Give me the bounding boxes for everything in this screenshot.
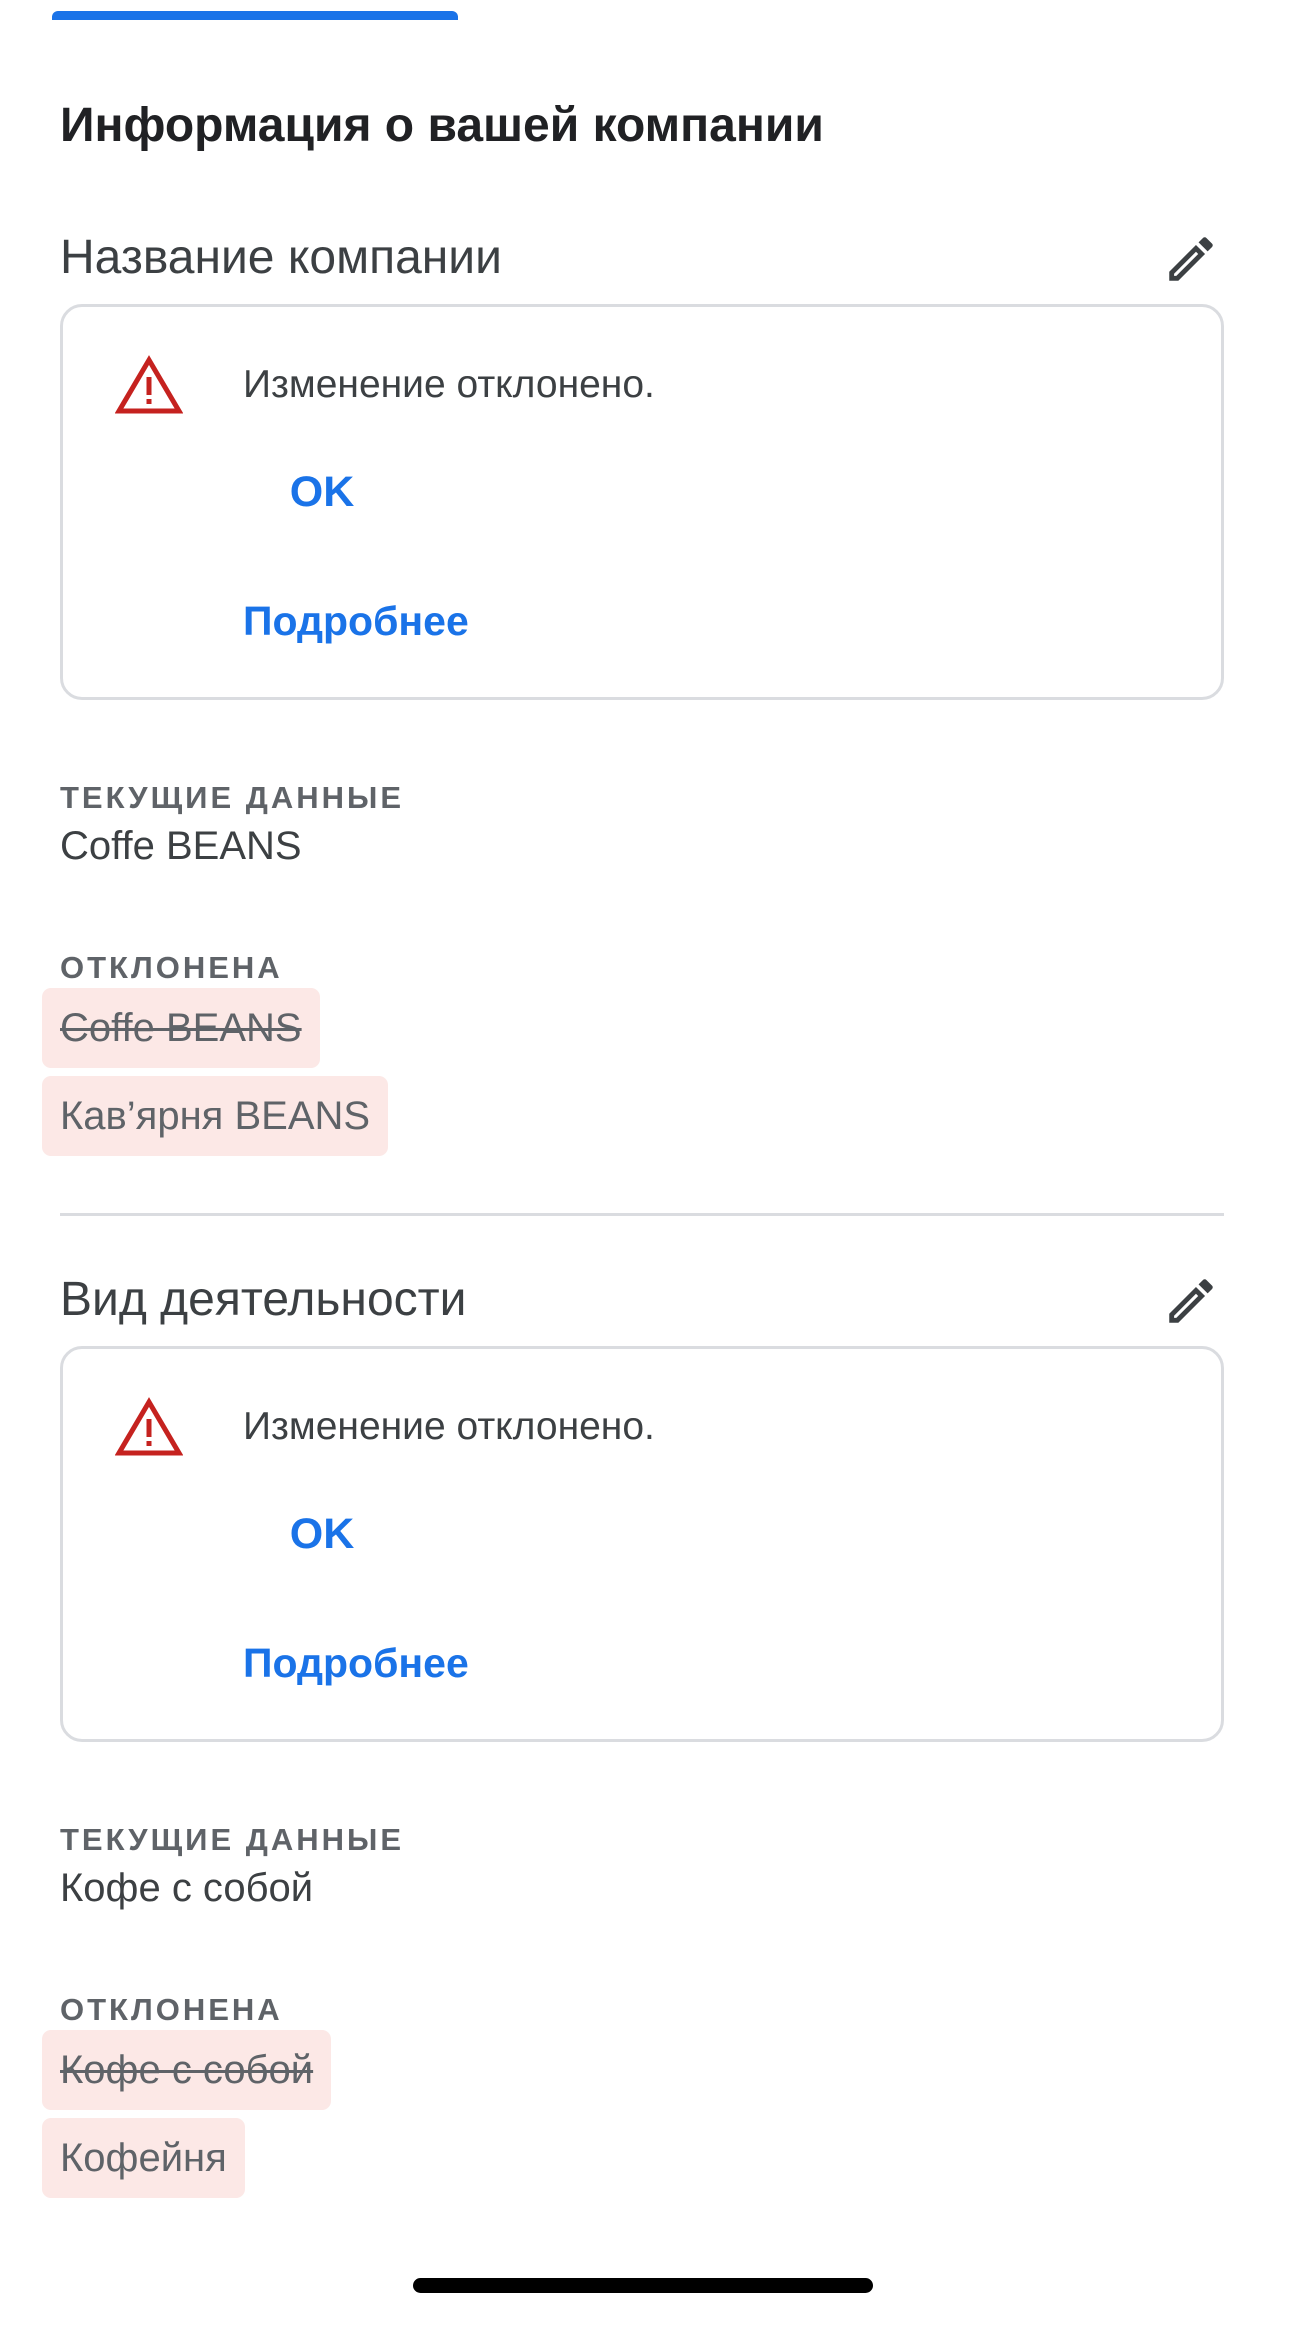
rejection-alert-card: Изменение отклонено. OK Подробнее xyxy=(60,1346,1224,1742)
pencil-icon[interactable] xyxy=(1162,230,1220,288)
rejected-new-value-chip: Кав’ярня BEANS xyxy=(42,1076,389,1156)
ok-button[interactable]: OK xyxy=(277,1499,367,1569)
section-title: Вид деятельности xyxy=(60,1273,467,1326)
warning-triangle-icon xyxy=(115,355,183,414)
rejected-old-value-chip: Coffe BEANS xyxy=(42,988,320,1068)
pencil-icon[interactable] xyxy=(1162,1272,1220,1330)
current-data-value: Coffe BEANS xyxy=(60,824,302,868)
section-title: Название компании xyxy=(60,231,502,284)
rejected-new-value-chip: Кофейня xyxy=(42,2118,245,2198)
current-data-value: Кофе с собой xyxy=(60,1866,314,1910)
section-divider xyxy=(60,1213,1224,1216)
rejection-alert-card: Изменение отклонено. OK Подробнее xyxy=(60,304,1224,700)
ok-button[interactable]: OK xyxy=(277,457,367,527)
page-title: Информация о вашей компании xyxy=(60,99,824,152)
more-details-link[interactable]: Подробнее xyxy=(243,1633,469,1693)
alert-message: Изменение отклонено. xyxy=(243,363,655,406)
active-tab-indicator xyxy=(52,11,458,20)
current-data-label: ТЕКУЩИЕ ДАННЫЕ xyxy=(60,1822,405,1857)
rejected-label: ОТКЛОНЕНА xyxy=(60,1992,283,2027)
company-name-section: Название компании Изменение отклонено. O… xyxy=(0,228,1290,1228)
home-indicator[interactable] xyxy=(413,2278,873,2293)
current-data-label: ТЕКУЩИЕ ДАННЫЕ xyxy=(60,780,405,815)
rejected-label: ОТКЛОНЕНА xyxy=(60,950,283,985)
business-category-section: Вид деятельности Изменение отклонено. OK… xyxy=(0,1270,1290,2270)
warning-triangle-icon xyxy=(115,1397,183,1456)
more-details-link[interactable]: Подробнее xyxy=(243,591,469,651)
alert-message: Изменение отклонено. xyxy=(243,1405,655,1448)
rejected-old-value-chip: Кофе с собой xyxy=(42,2030,332,2110)
